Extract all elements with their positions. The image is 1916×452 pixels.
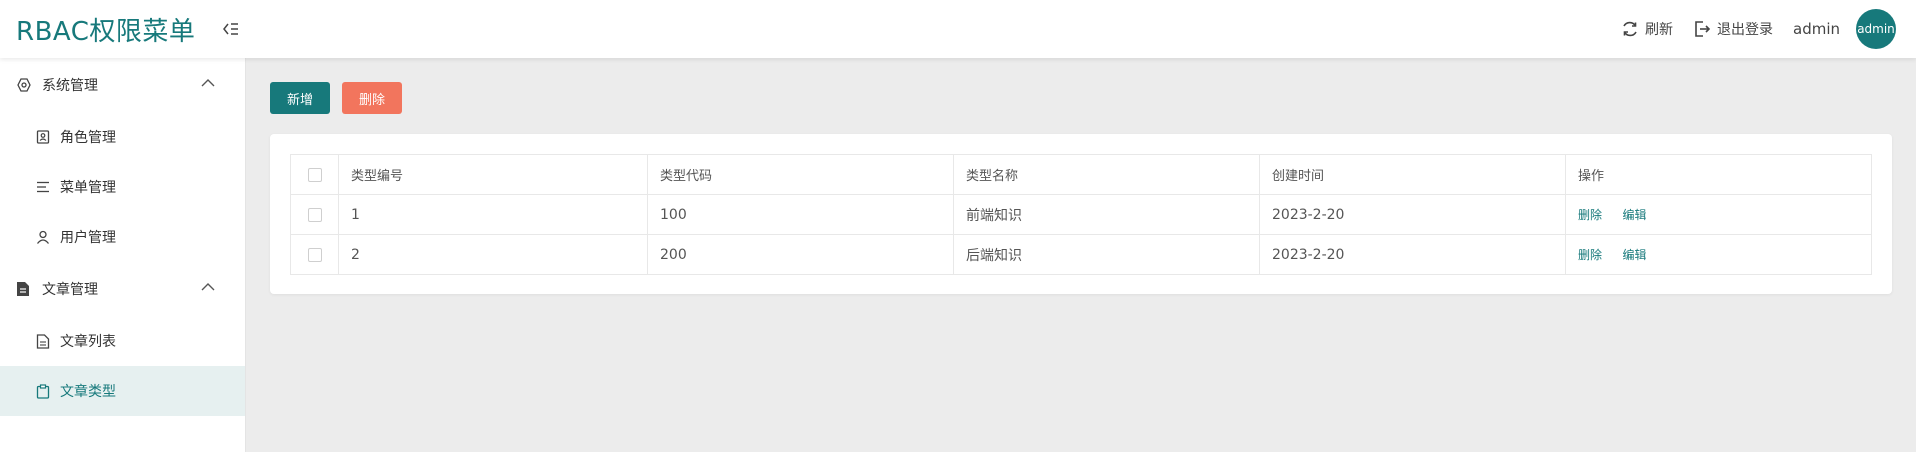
row-checkbox[interactable]	[307, 207, 322, 222]
sidebar-item-article-list[interactable]: 文章列表	[0, 316, 245, 366]
username: admin	[1793, 20, 1840, 38]
row-checkbox[interactable]	[307, 247, 322, 262]
settings-icon	[16, 77, 32, 93]
column-header: 创建时间	[1259, 154, 1566, 195]
cell-code: 200	[647, 234, 954, 275]
column-header: 类型名称	[953, 154, 1260, 195]
select-all-checkbox[interactable]	[307, 167, 322, 182]
cell-name: 前端知识	[953, 194, 1260, 235]
logout-icon	[1695, 21, 1711, 37]
sidebar-item-role[interactable]: 角色管理	[0, 112, 245, 162]
avatar[interactable]: admin	[1856, 9, 1896, 49]
refresh-button[interactable]: 刷新	[1621, 19, 1673, 39]
sidebar-item-user[interactable]: 用户管理	[0, 212, 245, 262]
cell-id: 1	[338, 194, 648, 235]
table-card: 类型编号 类型代码 类型名称 创建时间 操作 1 100 前端知识 2023-2…	[270, 134, 1892, 294]
cell-id: 2	[338, 234, 648, 275]
role-card-icon	[36, 129, 52, 145]
cell-actions: 删除 编辑	[1565, 194, 1872, 235]
sidebar-item-label: 角色管理	[60, 130, 116, 146]
header-actions: 刷新 退出登录 admin admin	[1601, 0, 1896, 58]
cell-name: 后端知识	[953, 234, 1260, 275]
document-icon	[16, 281, 32, 297]
table-row: 2 200 后端知识 2023-2-20 删除 编辑	[290, 234, 1872, 275]
list-icon	[36, 179, 52, 195]
document-outline-icon	[36, 333, 52, 349]
column-header: 类型编号	[338, 154, 648, 195]
sidebar-item-label: 文章类型	[60, 384, 116, 400]
cell-code: 100	[647, 194, 954, 235]
sidebar-item-label: 菜单管理	[60, 180, 116, 196]
row-delete-link[interactable]: 删除	[1578, 208, 1602, 222]
toolbar: 新增 删除	[270, 82, 414, 114]
sidebar-group-label: 系统管理	[42, 78, 98, 94]
cell-actions: 删除 编辑	[1565, 234, 1872, 275]
sidebar-group-system[interactable]: 系统管理	[0, 58, 245, 112]
refresh-icon	[1623, 21, 1637, 37]
sidebar-group-label: 文章管理	[42, 282, 98, 298]
top-header: RBAC权限菜单 刷新 退出登录 admin admin	[0, 0, 1916, 58]
article-type-table: 类型编号 类型代码 类型名称 创建时间 操作 1 100 前端知识 2023-2…	[290, 154, 1872, 275]
sidebar-item-label: 用户管理	[60, 230, 116, 246]
chevron-up-icon	[201, 79, 215, 87]
refresh-label: 刷新	[1645, 22, 1673, 38]
row-delete-link[interactable]: 删除	[1578, 248, 1602, 262]
column-header: 操作	[1565, 154, 1872, 195]
add-button[interactable]: 新增	[270, 82, 330, 114]
sidebar: 系统管理 角色管理 菜单管理 用户管理 文章管理 文章列表 文章类型	[0, 58, 246, 452]
logout-label: 退出登录	[1717, 22, 1773, 38]
sidebar-item-article-type[interactable]: 文章类型	[0, 366, 245, 416]
cell-created: 2023-2-20	[1259, 194, 1566, 235]
clipboard-icon	[36, 383, 52, 399]
row-check-cell	[290, 194, 339, 235]
app-title: RBAC权限菜单	[16, 16, 196, 47]
collapse-menu-icon[interactable]	[221, 19, 241, 39]
column-header: 类型代码	[647, 154, 954, 195]
user-icon	[36, 229, 52, 245]
cell-created: 2023-2-20	[1259, 234, 1566, 275]
chevron-up-icon	[201, 283, 215, 291]
sidebar-item-menu[interactable]: 菜单管理	[0, 162, 245, 212]
row-check-cell	[290, 234, 339, 275]
table-header-row: 类型编号 类型代码 类型名称 创建时间 操作	[290, 154, 1872, 195]
delete-button[interactable]: 删除	[342, 82, 402, 114]
select-all-cell	[290, 154, 339, 195]
sidebar-item-label: 文章列表	[60, 334, 116, 350]
row-edit-link[interactable]: 编辑	[1622, 248, 1646, 262]
sidebar-group-article[interactable]: 文章管理	[0, 262, 245, 316]
table-row: 1 100 前端知识 2023-2-20 删除 编辑	[290, 194, 1872, 235]
logout-button[interactable]: 退出登录	[1693, 19, 1773, 39]
row-edit-link[interactable]: 编辑	[1622, 208, 1646, 222]
